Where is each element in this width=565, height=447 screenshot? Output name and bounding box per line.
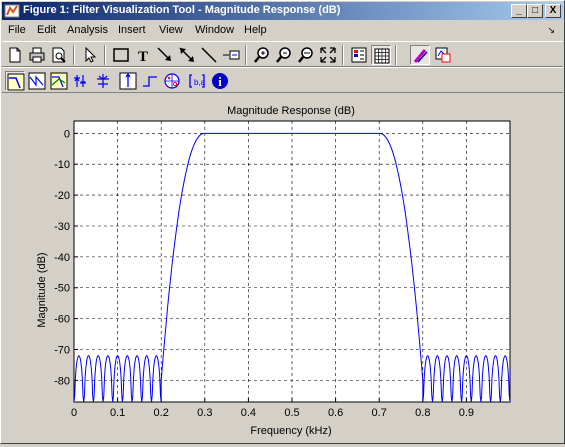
plot-area: Magnitude Response (dB) 0 -10 -20 -30 -40 -50… bbox=[1, 94, 564, 444]
print-preview-icon[interactable] bbox=[49, 45, 69, 65]
menu-bar: File Edit Analysis Insert View Window He… bbox=[2, 21, 563, 40]
filter-coefficients-icon[interactable]: b,a bbox=[187, 71, 207, 91]
title-bar[interactable]: Figure 1: Filter Visualization Tool - Ma… bbox=[2, 2, 563, 20]
menu-file[interactable]: File bbox=[8, 24, 26, 36]
menu-edit[interactable]: Edit bbox=[37, 24, 56, 36]
y-tick-label: -80 bbox=[54, 375, 70, 387]
y-tick-label: -20 bbox=[54, 190, 70, 202]
y-tick-label: -60 bbox=[54, 314, 70, 326]
link-icon[interactable] bbox=[410, 45, 430, 65]
x-tick-label: 0.2 bbox=[154, 407, 169, 419]
maximize-button[interactable]: □ bbox=[527, 4, 543, 18]
fvtool-toolbar: b,a i bbox=[2, 67, 563, 93]
magnitude-phase-icon[interactable] bbox=[49, 71, 69, 91]
menu-analysis[interactable]: Analysis bbox=[67, 24, 108, 36]
phase-response-icon[interactable] bbox=[27, 71, 47, 91]
y-tick-label: -40 bbox=[54, 252, 70, 264]
y-tick-label: -30 bbox=[54, 221, 70, 233]
x-tick-label: 0.5 bbox=[284, 407, 299, 419]
line-icon[interactable] bbox=[199, 45, 219, 65]
x-tick-label: 0.3 bbox=[197, 407, 212, 419]
toolbar-separator bbox=[395, 45, 397, 65]
x-tick-label: 0.6 bbox=[328, 407, 343, 419]
x-tick-label: 0 bbox=[71, 407, 77, 419]
step-response-icon[interactable] bbox=[140, 71, 160, 91]
toolbar-separator bbox=[245, 45, 247, 65]
menu-insert[interactable]: Insert bbox=[118, 24, 146, 36]
menu-help[interactable]: Help bbox=[244, 24, 267, 36]
zoom-x-icon[interactable] bbox=[296, 45, 316, 65]
x-tick-label: 0.7 bbox=[372, 407, 387, 419]
figure-toolbar: T bbox=[2, 41, 563, 67]
x-tick-label: 0.1 bbox=[110, 407, 125, 419]
y-tick-label: -50 bbox=[54, 283, 70, 295]
figure-window: Figure 1: Filter Visualization Tool - Ma… bbox=[0, 0, 565, 444]
print-icon[interactable] bbox=[27, 45, 47, 65]
legend-icon[interactable] bbox=[221, 45, 241, 65]
filter-info-icon[interactable]: i bbox=[210, 71, 230, 91]
impulse-response-icon[interactable] bbox=[118, 71, 138, 91]
toolbar-separator bbox=[73, 45, 75, 65]
arrow-pointer-icon[interactable] bbox=[80, 45, 100, 65]
grid-icon[interactable] bbox=[371, 45, 391, 65]
svg-text:b,a: b,a bbox=[194, 78, 206, 87]
menu-window[interactable]: Window bbox=[195, 24, 234, 36]
chart-title: Magnitude Response (dB) bbox=[227, 105, 355, 117]
zoom-fit-icon[interactable] bbox=[318, 45, 338, 65]
text-icon[interactable]: T bbox=[133, 45, 153, 65]
close-button[interactable]: X bbox=[545, 4, 561, 18]
colorbar-icon[interactable] bbox=[349, 45, 369, 65]
line-arrow-icon[interactable] bbox=[177, 45, 197, 65]
group-delay-icon[interactable] bbox=[71, 71, 91, 91]
minimize-button[interactable]: _ bbox=[511, 4, 527, 18]
zoom-out-icon[interactable] bbox=[274, 45, 294, 65]
window-title: Figure 1: Filter Visualization Tool - Ma… bbox=[23, 4, 341, 16]
new-icon[interactable] bbox=[5, 45, 25, 65]
phase-delay-icon[interactable] bbox=[93, 71, 113, 91]
arrow-icon[interactable] bbox=[155, 45, 175, 65]
zoom-in-icon[interactable] bbox=[252, 45, 272, 65]
dock-arrow-icon[interactable]: ↘ bbox=[547, 25, 555, 36]
svg-text:T: T bbox=[138, 49, 148, 65]
toolbar-separator bbox=[342, 45, 344, 65]
menu-view[interactable]: View bbox=[159, 24, 183, 36]
x-tick-label: 0.8 bbox=[415, 407, 430, 419]
rectangle-icon[interactable] bbox=[111, 45, 131, 65]
data-cursor-icon[interactable] bbox=[433, 45, 453, 65]
magnitude-response-icon[interactable] bbox=[5, 71, 25, 91]
y-tick-label: -10 bbox=[54, 159, 70, 171]
x-tick-label: 0.9 bbox=[459, 407, 474, 419]
x-tick-label: 0.4 bbox=[241, 407, 256, 419]
y-tick-label: 0 bbox=[64, 128, 70, 140]
matlab-figure-icon bbox=[4, 3, 20, 19]
y-tick-label: -70 bbox=[54, 345, 70, 357]
pole-zero-icon[interactable] bbox=[162, 71, 182, 91]
y-axis-label: Magnitude (dB) bbox=[36, 252, 48, 327]
toolbar-separator bbox=[104, 45, 106, 65]
x-axis-label: Frequency (kHz) bbox=[250, 425, 331, 437]
magnitude-response-chart[interactable]: Magnitude Response (dB) 0 -10 -20 -30 -40 -50… bbox=[1, 94, 564, 444]
filter-info-glyph: i bbox=[218, 74, 222, 89]
